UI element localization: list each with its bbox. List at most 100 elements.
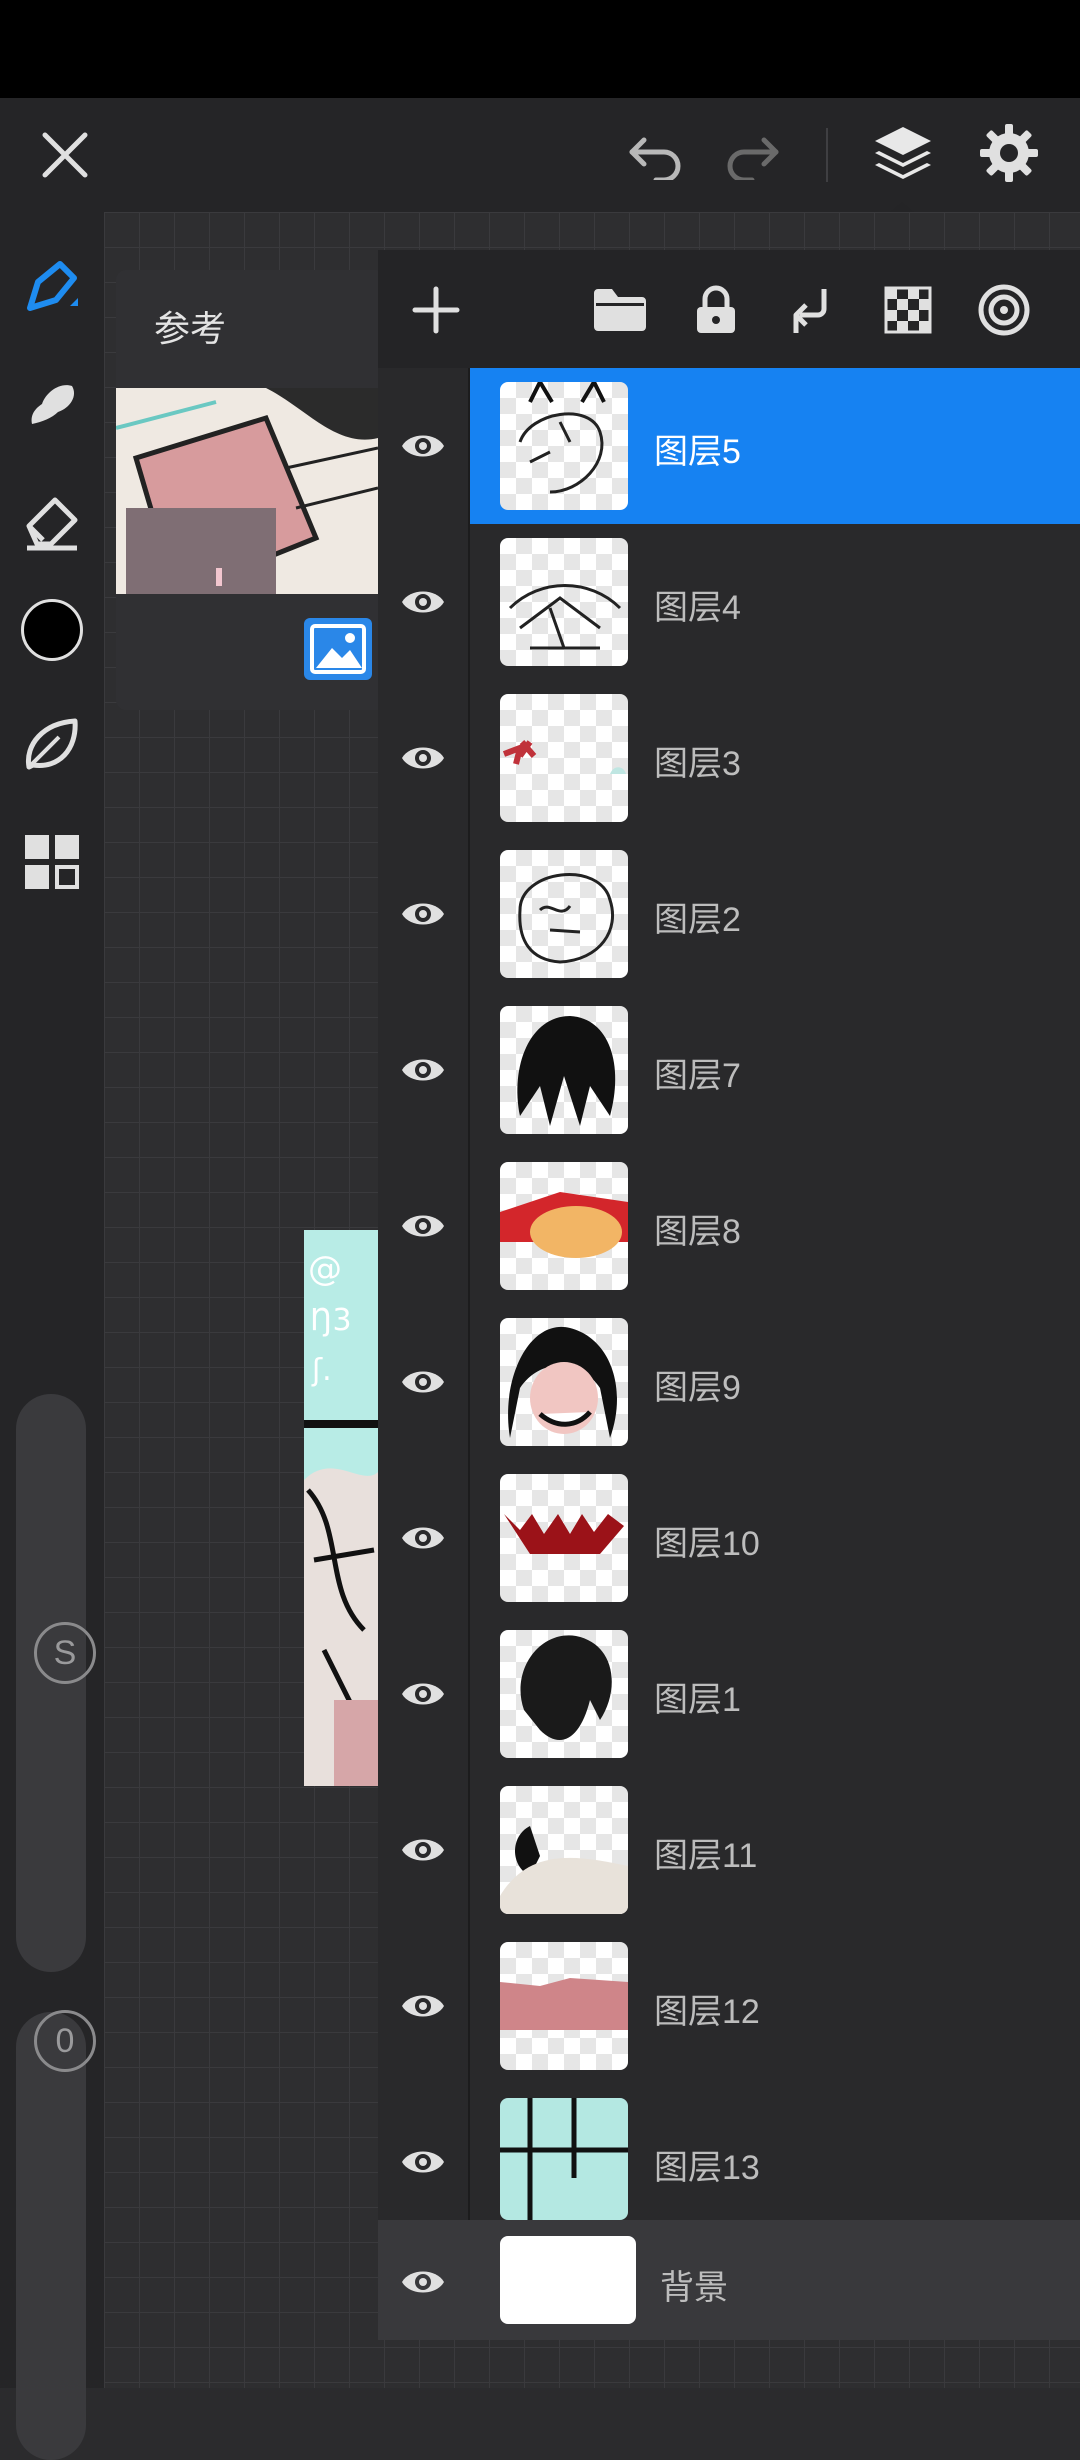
background-layer-row[interactable]: 背景 xyxy=(378,2220,1080,2340)
layer-row-1[interactable]: 图层5 xyxy=(378,368,1080,526)
visibility-cell xyxy=(378,1460,470,1616)
visibility-cell xyxy=(378,1304,470,1460)
layer-thumbnail xyxy=(500,694,628,822)
eye-icon[interactable] xyxy=(400,426,446,466)
eye-icon[interactable] xyxy=(400,1986,446,2026)
layer-thumbnail xyxy=(500,382,628,510)
smudge-icon[interactable] xyxy=(14,366,90,442)
background-color-thumbnail[interactable] xyxy=(500,2236,636,2324)
eye-icon[interactable] xyxy=(400,738,446,778)
layers-icon[interactable] xyxy=(866,116,940,190)
layer-row-10[interactable]: 图层11 xyxy=(378,1772,1080,1930)
layer-row-11[interactable]: 图层12 xyxy=(378,1928,1080,2086)
eye-icon[interactable] xyxy=(400,2262,446,2302)
gallery-grid-icon[interactable] xyxy=(14,824,90,900)
layer-name: 图层9 xyxy=(654,1369,741,1407)
layer-thumbnail xyxy=(500,1162,628,1290)
layer-name: 图层2 xyxy=(654,901,741,939)
eraser-icon[interactable] xyxy=(14,484,90,560)
lock-icon[interactable] xyxy=(686,280,746,340)
eye-icon[interactable] xyxy=(400,2142,446,2182)
visibility-cell xyxy=(378,1928,470,2084)
gear-icon[interactable] xyxy=(972,116,1046,190)
color-swatch[interactable] xyxy=(14,592,90,668)
leaf-icon[interactable] xyxy=(14,706,90,782)
visibility-cell xyxy=(378,368,470,524)
layer-thumbnail xyxy=(500,538,628,666)
eye-icon[interactable] xyxy=(400,894,446,934)
layer-row-2[interactable]: 图层4 xyxy=(378,524,1080,682)
eye-icon[interactable] xyxy=(400,1362,446,1402)
layer-thumbnail xyxy=(500,1786,628,1914)
visibility-cell xyxy=(378,1772,470,1928)
svg-text:Ŋ3: Ŋ3 xyxy=(310,1303,352,1338)
layer-name: 图层11 xyxy=(654,1837,758,1875)
layer-name: 图层8 xyxy=(654,1213,741,1251)
status-bar xyxy=(0,0,1080,98)
brush-icon[interactable] xyxy=(14,250,90,326)
layer-thumbnail xyxy=(500,1006,628,1134)
visibility-cell xyxy=(378,680,470,836)
layer-name: 图层1 xyxy=(654,1681,741,1719)
clipping-icon[interactable] xyxy=(974,280,1034,340)
eye-icon[interactable] xyxy=(400,1050,446,1090)
image-gallery-icon[interactable] xyxy=(304,618,372,680)
layer-thumbnail xyxy=(500,850,628,978)
eye-icon[interactable] xyxy=(400,1206,446,1246)
toolbar-divider xyxy=(826,128,828,182)
redo-icon[interactable] xyxy=(716,120,788,190)
layer-name: 图层4 xyxy=(654,589,741,627)
layer-row-3[interactable]: 图层3 xyxy=(378,680,1080,838)
layer-name: 图层3 xyxy=(654,745,741,783)
layer-name: 图层12 xyxy=(654,1993,760,2031)
folder-icon[interactable] xyxy=(590,280,650,340)
layer-thumbnail xyxy=(500,1942,628,2070)
add-layer-icon[interactable] xyxy=(406,280,466,340)
layer-name: 图层13 xyxy=(654,2149,760,2187)
size-slider[interactable]: S xyxy=(16,1394,96,1972)
layer-row-8[interactable]: 图层10 xyxy=(378,1460,1080,1618)
layer-name: 图层5 xyxy=(654,433,741,471)
visibility-cell xyxy=(378,1148,470,1304)
opacity-slider[interactable]: 0 xyxy=(16,2010,96,2460)
layers-toolbar xyxy=(378,250,1080,368)
layer-row-6[interactable]: 图层8 xyxy=(378,1148,1080,1306)
visibility-cell xyxy=(378,524,470,680)
visibility-cell xyxy=(378,992,470,1148)
close-icon[interactable] xyxy=(30,120,100,190)
eye-icon[interactable] xyxy=(400,1518,446,1558)
layer-row-12[interactable]: 图层13 xyxy=(378,2084,1080,2222)
layer-thumbnail xyxy=(500,1630,628,1758)
visibility-cell xyxy=(378,2084,470,2220)
layer-row-9[interactable]: 图层1 xyxy=(378,1616,1080,1774)
visibility-cell xyxy=(378,836,470,992)
alpha-lock-icon[interactable] xyxy=(878,280,938,340)
size-slider-label: S xyxy=(34,1622,96,1684)
layers-panel: 图层5 图层4 图层3 图层2 图层7 图层8 图层9 图层10 图层1 图层1… xyxy=(378,250,1080,2340)
svg-text:@: @ xyxy=(308,1249,342,1289)
layer-name: 图层10 xyxy=(654,1525,760,1563)
layer-row-7[interactable]: 图层9 xyxy=(378,1304,1080,1462)
layer-name: 图层7 xyxy=(654,1057,741,1095)
current-color-circle xyxy=(21,599,83,661)
background-layer-name: 背景 xyxy=(660,2269,728,2307)
layer-thumbnail xyxy=(500,1474,628,1602)
merge-down-icon[interactable] xyxy=(782,280,842,340)
svg-text:ʃ.: ʃ. xyxy=(311,1353,332,1388)
opacity-slider-label: 0 xyxy=(34,2010,96,2072)
layer-thumbnail xyxy=(500,2098,628,2220)
layer-thumbnail xyxy=(500,1318,628,1446)
top-bar xyxy=(0,98,1080,214)
reference-title: 参考 xyxy=(154,308,227,349)
undo-icon[interactable] xyxy=(620,120,692,190)
eye-icon[interactable] xyxy=(400,582,446,622)
eye-icon[interactable] xyxy=(400,1674,446,1714)
eye-icon[interactable] xyxy=(400,1830,446,1870)
reference-panel[interactable]: 参考 xyxy=(116,270,386,710)
visibility-cell xyxy=(378,1616,470,1772)
layer-row-4[interactable]: 图层2 xyxy=(378,836,1080,994)
reference-image xyxy=(116,388,378,594)
layer-row-5[interactable]: 图层7 xyxy=(378,992,1080,1150)
canvas-manga-strip: @ Ŋ3 ʃ. xyxy=(304,1230,380,1786)
left-toolbar: S 0 xyxy=(0,212,104,2460)
